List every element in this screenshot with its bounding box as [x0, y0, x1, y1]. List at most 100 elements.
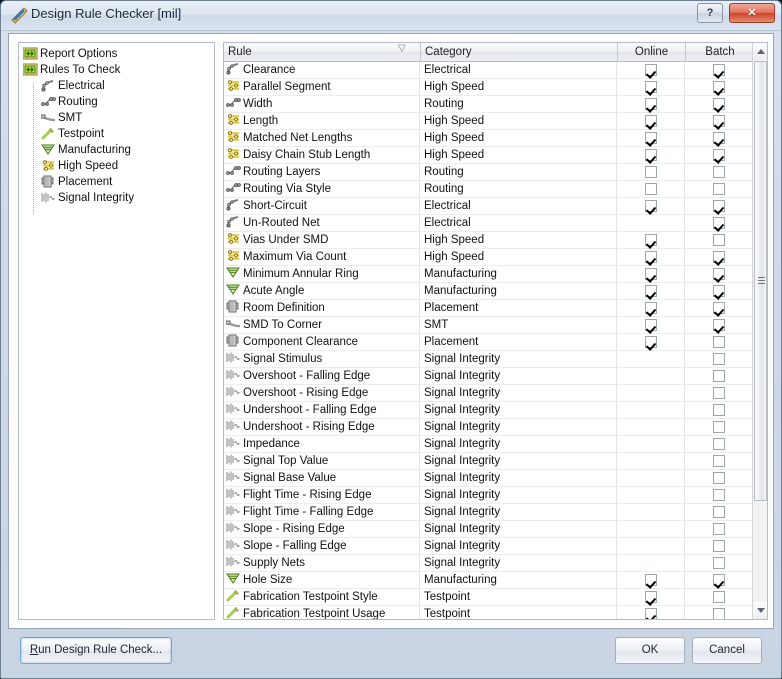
batch-checkbox[interactable]	[713, 438, 725, 450]
scroll-down-arrow-icon[interactable]	[753, 602, 767, 619]
batch-checkbox[interactable]	[713, 234, 725, 246]
cell-online[interactable]	[618, 555, 685, 571]
cell-online[interactable]	[618, 113, 685, 129]
scroll-up-arrow-icon[interactable]	[753, 43, 767, 60]
cell-online[interactable]	[618, 181, 685, 197]
online-checkbox[interactable]	[645, 234, 657, 246]
cell-batch[interactable]	[686, 419, 753, 435]
batch-checkbox[interactable]	[713, 370, 725, 382]
cell-online[interactable]	[618, 385, 685, 401]
online-checkbox[interactable]	[645, 608, 657, 619]
online-checkbox[interactable]	[645, 64, 657, 76]
batch-checkbox[interactable]	[713, 506, 725, 518]
help-button[interactable]: ?	[696, 3, 723, 23]
online-checkbox[interactable]	[645, 81, 657, 93]
online-checkbox[interactable]	[645, 98, 657, 110]
table-row[interactable]: Impedance Signal Integrity	[224, 436, 754, 453]
cell-batch[interactable]	[686, 317, 753, 333]
table-row[interactable]: Undershoot - Falling Edge Signal Integrit…	[224, 402, 754, 419]
cell-batch[interactable]	[686, 470, 753, 486]
table-row[interactable]: Component Clearance Placement	[224, 334, 754, 351]
cell-online[interactable]	[618, 351, 685, 367]
cell-batch[interactable]	[686, 572, 753, 588]
sidebar-item-testpoint[interactable]: Testpoint	[21, 126, 212, 142]
cell-batch[interactable]	[686, 368, 753, 384]
cell-online[interactable]	[618, 436, 685, 452]
batch-checkbox[interactable]	[713, 455, 725, 467]
cell-online[interactable]	[618, 334, 685, 350]
cell-online[interactable]	[618, 300, 685, 316]
table-row[interactable]: SMD To Corner SMT	[224, 317, 754, 334]
sidebar-item-report-options[interactable]: Report Options	[21, 46, 212, 62]
batch-checkbox[interactable]	[713, 149, 725, 161]
scrollbar-thumb[interactable]	[754, 61, 767, 501]
cell-batch[interactable]	[686, 215, 753, 231]
batch-checkbox[interactable]	[713, 132, 725, 144]
close-button[interactable]: ✕	[729, 3, 775, 23]
batch-checkbox[interactable]	[713, 557, 725, 569]
grid-vertical-scrollbar[interactable]	[752, 43, 767, 619]
online-checkbox[interactable]	[645, 115, 657, 127]
table-row[interactable]: Width Routing	[224, 96, 754, 113]
cell-batch[interactable]	[686, 147, 753, 163]
cancel-button[interactable]: Cancel	[692, 637, 762, 664]
cell-online[interactable]	[618, 402, 685, 418]
online-checkbox[interactable]	[645, 251, 657, 263]
batch-checkbox[interactable]	[713, 387, 725, 399]
cell-online[interactable]	[618, 266, 685, 282]
cell-batch[interactable]	[686, 164, 753, 180]
cell-batch[interactable]	[686, 266, 753, 282]
cell-online[interactable]	[618, 215, 685, 231]
batch-checkbox[interactable]	[713, 591, 725, 603]
table-row[interactable]: Clearance Electrical	[224, 62, 754, 79]
cell-online[interactable]	[618, 164, 685, 180]
cell-online[interactable]	[618, 606, 685, 619]
batch-checkbox[interactable]	[713, 302, 725, 314]
cell-batch[interactable]	[686, 436, 753, 452]
batch-checkbox[interactable]	[713, 574, 725, 586]
table-row[interactable]: Hole Size Manufacturing	[224, 572, 754, 589]
rules-grid[interactable]: Rule Category Online Batch Clearance Elec…	[223, 42, 768, 620]
table-row[interactable]: Flight Time - Rising Edge Signal Integrit…	[224, 487, 754, 504]
cell-online[interactable]	[618, 419, 685, 435]
batch-checkbox[interactable]	[713, 523, 725, 535]
cell-batch[interactable]	[686, 487, 753, 503]
online-checkbox[interactable]	[645, 591, 657, 603]
cell-batch[interactable]	[686, 521, 753, 537]
cell-batch[interactable]	[686, 62, 753, 78]
cell-batch[interactable]	[686, 589, 753, 605]
sidebar-item-smt[interactable]: SMT	[21, 110, 212, 126]
cell-batch[interactable]	[686, 96, 753, 112]
cell-batch[interactable]	[686, 555, 753, 571]
sidebar-item-manufacturing[interactable]: Manufacturing	[21, 142, 212, 158]
column-header-category[interactable]: Category	[421, 43, 618, 61]
cell-online[interactable]	[618, 198, 685, 214]
cell-online[interactable]	[618, 317, 685, 333]
table-row[interactable]: Matched Net Lengths High Speed	[224, 130, 754, 147]
cell-online[interactable]	[618, 538, 685, 554]
batch-checkbox[interactable]	[713, 200, 725, 212]
online-checkbox[interactable]	[645, 183, 657, 195]
batch-checkbox[interactable]	[713, 472, 725, 484]
cell-online[interactable]	[618, 96, 685, 112]
table-row[interactable]: Routing Via Style Routing	[224, 181, 754, 198]
cell-batch[interactable]	[686, 130, 753, 146]
column-header-batch[interactable]: Batch	[686, 43, 754, 61]
cell-batch[interactable]	[686, 351, 753, 367]
cell-batch[interactable]	[686, 79, 753, 95]
table-row[interactable]: Signal Stimulus Signal Integrity	[224, 351, 754, 368]
table-row[interactable]: Maximum Via Count High Speed	[224, 249, 754, 266]
cell-batch[interactable]	[686, 283, 753, 299]
table-row[interactable]: Fabrication Testpoint Usage Testpoint	[224, 606, 754, 619]
column-header-online[interactable]: Online	[618, 43, 686, 61]
sidebar-item-high-speed[interactable]: High Speed	[21, 158, 212, 174]
sidebar-item-signal-integrity[interactable]: Signal Integrity	[21, 190, 212, 206]
cell-batch[interactable]	[686, 300, 753, 316]
run-design-rule-check-button[interactable]: Run Design Rule Check...	[20, 637, 172, 664]
cell-batch[interactable]	[686, 504, 753, 520]
batch-checkbox[interactable]	[713, 98, 725, 110]
cell-online[interactable]	[618, 589, 685, 605]
batch-checkbox[interactable]	[713, 115, 725, 127]
cell-online[interactable]	[618, 283, 685, 299]
sidebar-item-routing[interactable]: Routing	[21, 94, 212, 110]
